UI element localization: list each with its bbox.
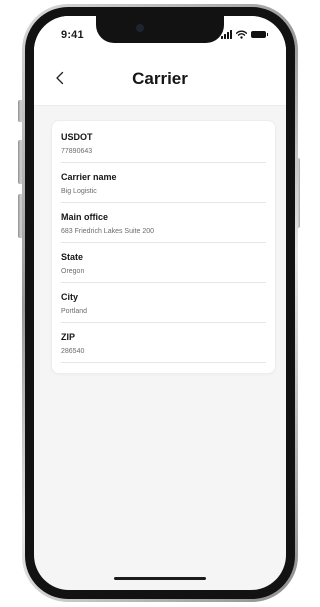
field-value: 683 Friedrich Lakes Suite 200	[61, 228, 154, 235]
front-camera	[136, 24, 144, 32]
status-time: 9:41	[61, 29, 84, 41]
field-label: Main office	[61, 212, 109, 222]
field-state: State Oregon	[61, 251, 266, 283]
battery-icon	[251, 31, 268, 38]
home-indicator[interactable]	[114, 577, 206, 580]
phone-frame: 9:41 Carrier USDOT 77890643 Carrier name…	[22, 4, 298, 602]
field-value: Big Logistic	[61, 188, 97, 195]
field-carrier-name: Carrier name Big Logistic	[61, 171, 266, 203]
field-city: City Portland	[61, 291, 266, 323]
field-value: Portland	[61, 308, 88, 315]
field-value: 77890643	[61, 148, 93, 155]
phone-bezel: 9:41 Carrier USDOT 77890643 Carrier name…	[25, 7, 295, 599]
field-label: Carrier name	[61, 172, 117, 182]
device-mockup: 9:41 Carrier USDOT 77890643 Carrier name…	[0, 0, 315, 607]
field-label: City	[61, 292, 79, 302]
phone-notch	[96, 16, 224, 43]
field-label: State	[61, 252, 84, 262]
status-icons	[221, 30, 268, 39]
field-value: 286540	[61, 348, 85, 355]
field-zip: ZIP 286540	[61, 331, 266, 363]
field-usdot: USDOT 77890643	[61, 131, 266, 163]
carrier-details-card: USDOT 77890643 Carrier name Big Logistic…	[51, 120, 276, 374]
navigation-header: Carrier	[34, 52, 286, 106]
field-value: Oregon	[61, 268, 85, 275]
field-label: USDOT	[61, 132, 93, 142]
page-title: Carrier	[132, 69, 188, 88]
field-label: ZIP	[61, 332, 76, 342]
app-screen: 9:41 Carrier USDOT 77890643 Carrier name…	[34, 16, 286, 590]
field-main-office: Main office 683 Friedrich Lakes Suite 20…	[61, 211, 266, 243]
wifi-icon	[236, 30, 247, 39]
